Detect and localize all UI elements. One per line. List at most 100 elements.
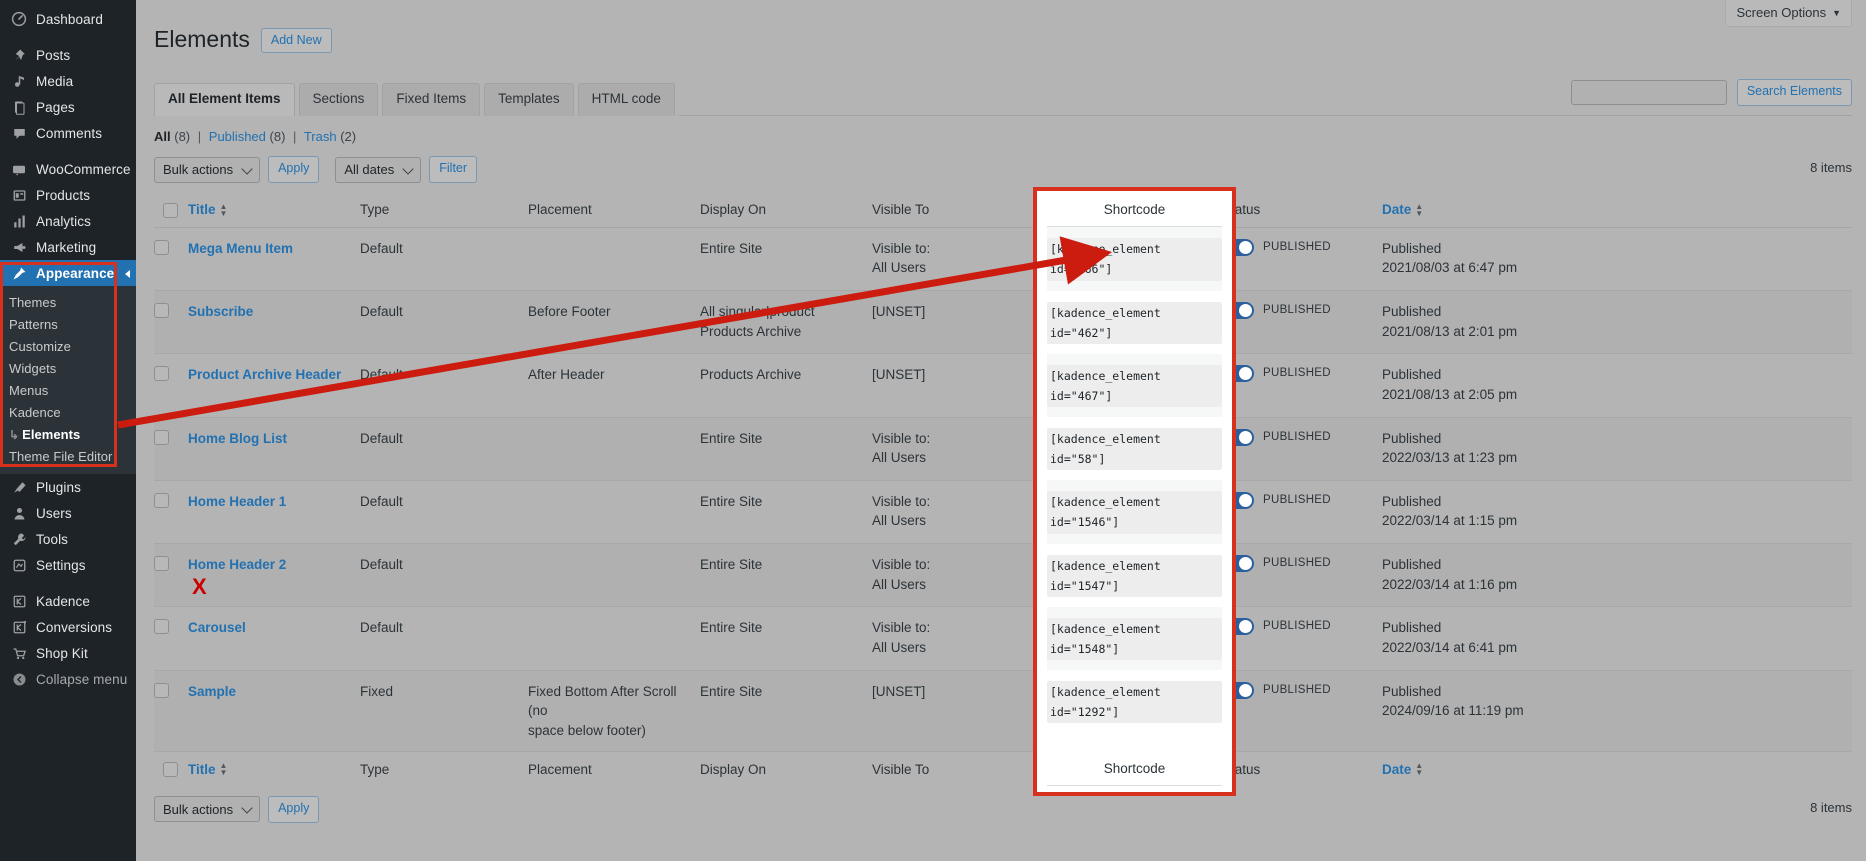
cell-title[interactable]: Home Header 2: [188, 543, 360, 608]
cell-shortcode[interactable]: [kadence_element id="1546"]: [1047, 480, 1222, 545]
sidebar-item-media[interactable]: Media: [0, 68, 136, 94]
row-title-link[interactable]: Carousel: [188, 620, 246, 635]
row-title-link[interactable]: Home Header 1: [188, 494, 286, 509]
row-checkbox[interactable]: [154, 366, 169, 382]
status-toggle[interactable]: [1222, 555, 1254, 573]
cell-shortcode[interactable]: [kadence_element id="462"]: [1047, 290, 1222, 355]
cell-title[interactable]: Carousel: [188, 606, 360, 671]
cell-title[interactable]: Mega Menu Item: [188, 227, 360, 292]
sidebar-item-users[interactable]: Users: [0, 500, 136, 526]
column-header-title[interactable]: Title ▲ ▼: [188, 192, 360, 228]
column-footer-title[interactable]: Title ▲ ▼: [188, 751, 360, 787]
cell-shortcode[interactable]: [kadence_element id="58"]: [1047, 417, 1222, 481]
add-new-button[interactable]: Add New: [260, 27, 332, 53]
filter-link-trash[interactable]: Trash: [304, 129, 337, 144]
row-title-link[interactable]: Mega Menu Item: [188, 241, 293, 256]
submenu-item-customize[interactable]: Customize: [0, 335, 136, 357]
cell-title[interactable]: Home Header 1: [188, 480, 360, 545]
table-row[interactable]: Product Archive Header Default After Heade…: [154, 353, 1852, 418]
status-toggle[interactable]: [1222, 618, 1254, 636]
submenu-item-patterns[interactable]: Patterns: [0, 313, 136, 335]
shortcode-text[interactable]: [kadence_element id="1548"]: [1077, 620, 1192, 657]
submenu-item-elements[interactable]: ↳ Elements: [0, 423, 136, 445]
shortcode-text[interactable]: [kadence_element id="467"]: [1077, 367, 1192, 404]
search-input[interactable]: [1570, 79, 1727, 105]
status-filter-links[interactable]: All (8) | Published (8) | Trash (2): [154, 129, 1852, 144]
filter-link-published[interactable]: Published: [209, 129, 266, 144]
row-checkbox[interactable]: [154, 619, 169, 635]
sidebar-item-conversions[interactable]: Conversions: [0, 614, 136, 640]
row-title-link[interactable]: Product Archive Header: [188, 367, 341, 382]
sidebar-item-posts[interactable]: Posts: [0, 42, 136, 68]
status-toggle[interactable]: [1222, 365, 1254, 383]
row-checkbox[interactable]: [154, 682, 169, 698]
sidebar-item-shop-kit[interactable]: Shop Kit: [0, 640, 136, 666]
sidebar-item-appearance[interactable]: Appearance: [0, 260, 136, 286]
submenu-item-widgets[interactable]: Widgets: [0, 357, 136, 379]
column-footer-date[interactable]: Date ▲ ▼: [1382, 751, 1852, 787]
cell-status[interactable]: PUBLISHED: [1222, 670, 1382, 753]
shortcode-text[interactable]: [kadence_element id="462"]: [1077, 304, 1192, 341]
tab-fixed-items[interactable]: Fixed Items: [382, 83, 481, 117]
row-checkbox-cell[interactable]: [154, 227, 188, 292]
apply-button-top[interactable]: Apply: [268, 156, 320, 183]
column-header-date[interactable]: Date ▲ ▼: [1382, 192, 1852, 228]
row-checkbox-cell[interactable]: [154, 353, 188, 418]
submenu-item-theme-file-editor[interactable]: Theme File Editor: [0, 445, 136, 467]
status-toggle[interactable]: [1222, 681, 1254, 699]
cell-title[interactable]: Sample: [188, 670, 360, 753]
cell-status[interactable]: PUBLISHED: [1222, 543, 1382, 608]
filter-link-all[interactable]: All: [154, 129, 171, 144]
sidebar-item-analytics[interactable]: Analytics: [0, 208, 136, 234]
submenu-item-kadence[interactable]: Kadence: [0, 401, 136, 423]
table-row[interactable]: Home Blog List Default Entire Site Visible …: [154, 417, 1852, 481]
select-all-footer[interactable]: [154, 751, 188, 787]
row-checkbox-cell[interactable]: [154, 543, 188, 608]
table-row[interactable]: Carousel Default Entire Site Visible to: All…: [154, 606, 1852, 671]
select-all-header[interactable]: [154, 192, 188, 228]
cell-title[interactable]: Subscribe: [188, 290, 360, 355]
cell-shortcode[interactable]: [kadence_element id="166"]: [1047, 227, 1222, 292]
tab-templates[interactable]: Templates: [484, 83, 574, 117]
row-checkbox-cell[interactable]: [154, 417, 188, 481]
select-all-checkbox-footer[interactable]: [163, 762, 178, 778]
row-checkbox-cell[interactable]: [154, 606, 188, 671]
date-filter-select[interactable]: All dates: [335, 156, 422, 183]
search-submit-button[interactable]: Search Elements: [1736, 79, 1852, 106]
submenu-item-menus[interactable]: Menus: [0, 379, 136, 401]
status-toggle[interactable]: [1222, 238, 1254, 256]
row-title-link[interactable]: Subscribe: [188, 304, 253, 319]
cell-shortcode[interactable]: [kadence_element id="467"]: [1047, 353, 1222, 418]
screen-options-button[interactable]: Screen Options ▼: [1725, 0, 1852, 27]
status-toggle[interactable]: [1222, 491, 1254, 509]
sidebar-item-pages[interactable]: Pages: [0, 94, 136, 120]
status-toggle[interactable]: [1222, 302, 1254, 320]
sidebar-item-collapse-menu[interactable]: Collapse menu: [0, 666, 136, 692]
row-checkbox[interactable]: [154, 429, 169, 445]
shortcode-text[interactable]: [kadence_element id="1546"]: [1077, 493, 1192, 530]
submenu-item-themes[interactable]: Themes: [0, 291, 136, 313]
shortcode-text[interactable]: [kadence_element id="166"]: [1077, 240, 1192, 277]
shortcode-text[interactable]: [kadence_element id="1547"]: [1077, 557, 1192, 594]
apply-button-bottom[interactable]: Apply: [268, 796, 320, 823]
shortcode-text[interactable]: [kadence_element id="58"]: [1077, 430, 1192, 467]
sidebar-item-woocommerce[interactable]: WooCommerce: [0, 156, 136, 182]
select-all-checkbox[interactable]: [163, 202, 178, 218]
sidebar-item-products[interactable]: Products: [0, 182, 136, 208]
row-checkbox[interactable]: [154, 303, 169, 319]
cell-status[interactable]: PUBLISHED: [1222, 417, 1382, 481]
sidebar-item-plugins[interactable]: Plugins: [0, 474, 136, 500]
cell-status[interactable]: PUBLISHED: [1222, 353, 1382, 418]
bulk-actions-select-top[interactable]: Bulk actions: [154, 156, 261, 183]
shortcode-text[interactable]: [kadence_element id="1292"]: [1077, 683, 1192, 720]
tab-sections[interactable]: Sections: [298, 83, 379, 117]
table-row[interactable]: Home Header 2 Default Entire Site Visible t…: [154, 543, 1852, 608]
row-checkbox-cell[interactable]: [154, 480, 188, 545]
row-title-link[interactable]: Home Blog List: [188, 431, 287, 446]
appearance-submenu[interactable]: Themes Patterns Customize Widgets Menus …: [0, 286, 136, 474]
table-row[interactable]: Sample Fixed Fixed Bottom After Scroll (no…: [154, 670, 1852, 753]
cell-shortcode[interactable]: [kadence_element id="1548"]: [1047, 606, 1222, 671]
sidebar-item-settings[interactable]: Settings: [0, 552, 136, 578]
sidebar-item-marketing[interactable]: Marketing: [0, 234, 136, 260]
search-form[interactable]: Search Elements: [1570, 79, 1852, 106]
